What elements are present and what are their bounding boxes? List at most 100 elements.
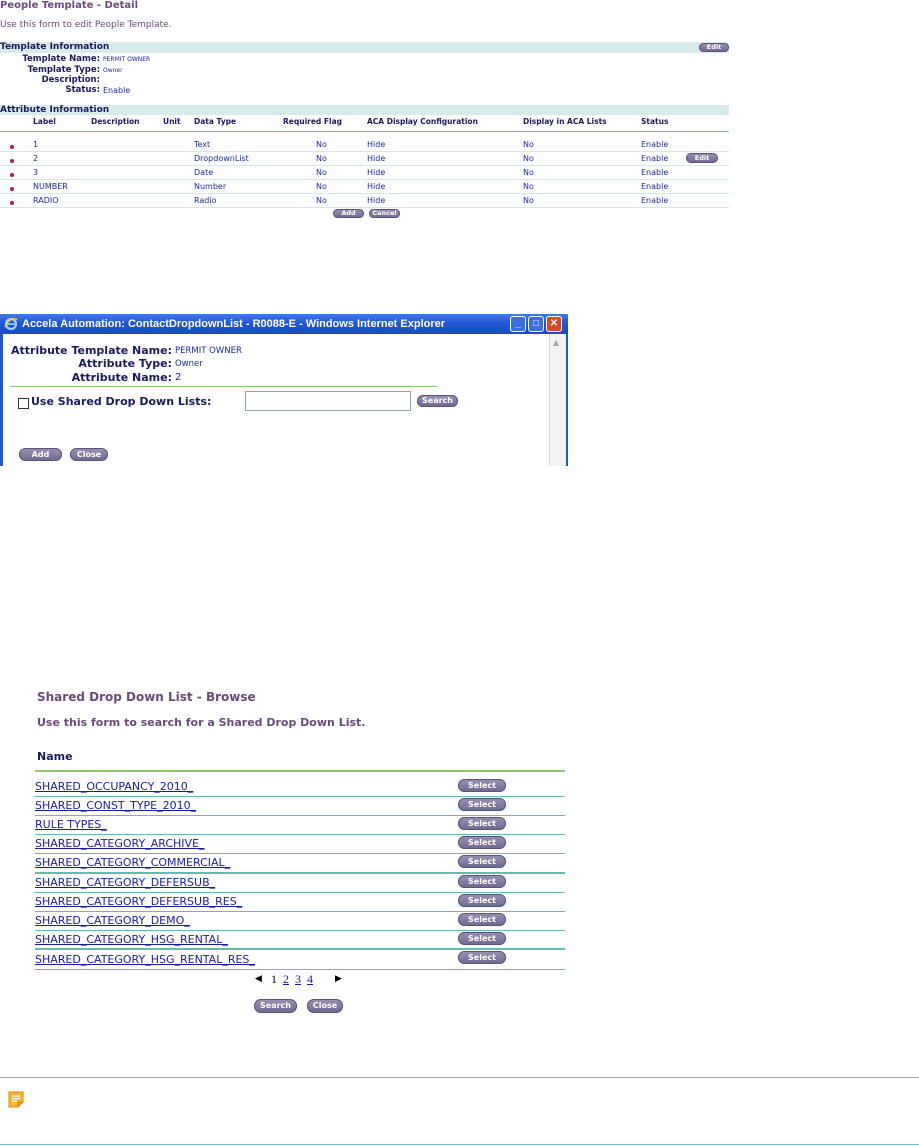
note-icon [8,1091,24,1108]
status-value: Enable [103,86,131,95]
prev-page-icon[interactable]: ◀ [255,974,262,984]
template-info-header: Template Information [0,42,729,53]
ie-logo-icon [4,317,18,331]
row-aca-lists: No [523,140,534,149]
col-aca-display-config: ACA Display Configuration [367,117,478,126]
list-divider [35,796,565,797]
row-bullet-icon [10,173,14,177]
select-button[interactable]: Select [458,951,506,964]
detail-subtitle: Use this form to edit People Template. [0,20,172,30]
page-3[interactable]: 3 [295,972,301,987]
list-item-link[interactable]: SHARED_CATEGORY_HSG_RENTAL_ [35,933,228,946]
row-label[interactable]: NUMBER [33,182,68,191]
select-button[interactable]: Select [458,836,506,849]
browse-close-button[interactable]: Close [307,999,343,1013]
list-item-link[interactable]: SHARED_CATEGORY_HSG_RENTAL_RES_ [35,953,255,966]
browse-search-button[interactable]: Search [254,999,297,1013]
list-item-link[interactable]: SHARED_CONST_TYPE_2010_ [35,799,196,812]
shared-list-search-input[interactable] [245,391,411,411]
minimize-icon[interactable]: _ [510,316,526,332]
page-2[interactable]: 2 [283,972,289,987]
template-name-label: Template Name: [22,54,100,64]
list-item-link[interactable]: SHARED_CATEGORY_DEFERSUB_RES_ [35,895,242,908]
row-label[interactable]: 1 [33,140,38,149]
row-bullet-icon [10,145,14,149]
template-edit-button[interactable]: Edit [699,43,729,52]
list-divider [35,872,565,874]
row-bullet-icon [10,159,14,163]
list-divider [35,892,565,893]
cancel-button[interactable]: Cancel [369,209,400,218]
status-label: Status: [65,85,101,95]
template-name-value: PERMIT OWNER [103,56,151,63]
list-divider [35,930,565,931]
select-button[interactable]: Select [458,817,506,830]
list-item-link[interactable]: SHARED_CATEGORY_DEMO_ [35,914,190,927]
row-status: Enable [641,168,669,177]
attr-template-name-value: PERMIT OWNER [175,346,242,356]
row-edit-button[interactable]: Edit [686,153,718,163]
list-divider [35,969,565,970]
attr-name-label: Attribute Name: [71,371,172,384]
close-icon[interactable]: ✕ [546,316,562,332]
popup-window: Accela Automation: ContactDropdownList -… [0,314,568,466]
row-aca-config: Hide [367,168,386,177]
row-data-type: DropdownList [194,154,249,163]
row-status: Enable [641,140,669,149]
popup-close-button[interactable]: Close [70,448,108,461]
row-required: No [316,182,327,191]
row-label[interactable]: 2 [33,154,38,163]
page-4[interactable]: 4 [307,972,313,987]
attr-template-name-label: Attribute Template Name: [10,344,172,357]
popup-add-button[interactable]: Add [19,448,62,461]
row-divider [0,179,729,180]
browse-header-divider [35,770,565,772]
col-display-in-aca-lists: Display in ACA Lists [523,117,607,126]
scroll-up-icon[interactable]: ▲ [553,338,559,347]
page-1: 1 [271,972,277,986]
row-label[interactable]: 3 [33,168,38,177]
select-button[interactable]: Select [458,875,506,888]
row-aca-lists: No [523,168,534,177]
popup-title: Accela Automation: ContactDropdownList -… [22,318,446,330]
attr-type-value: Owner [175,359,203,369]
list-item-link[interactable]: SHARED_CATEGORY_ARCHIVE_ [35,837,205,850]
note-top-border [0,1077,919,1078]
maximize-icon[interactable]: □ [528,316,544,332]
detail-title: People Template - Detail [0,0,139,11]
select-button[interactable]: Select [458,798,506,811]
row-divider [0,151,729,152]
row-bullet-icon [10,201,14,205]
row-label[interactable]: RADIO [33,196,59,205]
row-aca-config: Hide [367,196,386,205]
popup-search-button[interactable]: Search [417,395,458,407]
row-status: Enable [641,196,669,205]
row-bullet-icon [10,187,14,191]
shared-list-checkbox[interactable] [18,398,29,409]
select-button[interactable]: Select [458,894,506,907]
list-divider [35,948,565,950]
description-label: Description: [41,75,100,85]
scrollbar[interactable]: ▲ [549,334,566,466]
row-aca-config: Hide [367,182,386,191]
list-item-link[interactable]: SHARED_OCCUPANCY_2010_ [35,780,193,793]
select-button[interactable]: Select [458,932,506,945]
browse-title: Shared Drop Down List - Browse [37,690,256,704]
next-page-icon[interactable]: ▶ [335,974,342,984]
list-item-link[interactable]: SHARED_CATEGORY_DEFERSUB_ [35,876,215,889]
add-button[interactable]: Add [333,209,364,218]
list-divider [35,911,565,912]
list-item-link[interactable]: SHARED_CATEGORY_COMMERCIAL_ [35,856,230,869]
template-info-title: Template Information [0,42,110,52]
row-divider [0,193,729,194]
row-status: Enable [641,182,669,191]
select-button[interactable]: Select [458,779,506,792]
select-button[interactable]: Select [458,855,506,868]
attribute-info-title: Attribute Information [0,105,110,115]
list-divider [35,853,565,854]
list-item-link[interactable]: RULE TYPES_ [35,818,107,831]
row-data-type: Date [194,168,214,177]
col-description: Description [91,117,140,126]
select-button[interactable]: Select [458,913,506,926]
row-required: No [316,168,327,177]
